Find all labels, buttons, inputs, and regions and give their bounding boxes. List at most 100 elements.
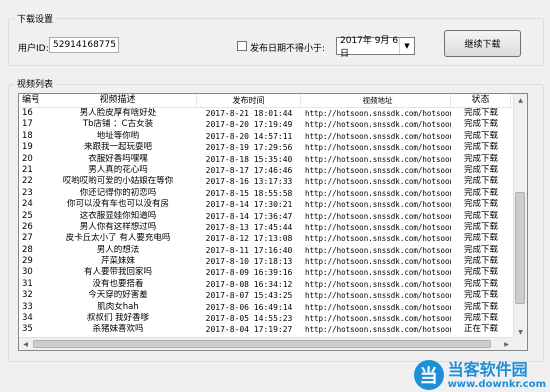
table-row[interactable]: 23 你还记得你的初恋吗 2017-8-15 18:55:58 http://hots… [19, 188, 527, 199]
cell-time: 2017-8-11 17:16:40 [205, 245, 293, 255]
cell-index: 17 [22, 119, 33, 130]
cell-time: 2017-8-16 13:17:33 [205, 177, 293, 187]
table-row[interactable]: 17 Tb店铺 ：C古女装 2017-8-20 17:19:49 http://hot… [19, 119, 527, 130]
cell-status: 完成下载 [463, 256, 498, 267]
cell-index: 31 [22, 278, 33, 289]
cell-status: 完成下载 [463, 301, 498, 312]
cell-index: 18 [22, 130, 33, 141]
table-row[interactable]: 21 男人真的花心吗 2017-8-17 17:46:46 http://hotsoo… [19, 165, 527, 176]
table-row[interactable]: 16 男人脸皮厚有啥好处 2017-8-21 18:01:44 http://hots… [19, 108, 527, 119]
table-row[interactable]: 20 衣服好香吗嘿嘿 2017-8-18 15:35:40 http://hotsoo… [19, 154, 527, 165]
cell-time: 2017-8-20 17:19:49 [205, 120, 293, 130]
date-filter-checkbox[interactable] [237, 41, 247, 51]
cell-description: 杀猪妹喜欢吗 [92, 324, 144, 335]
cell-description: 皮卡丘太小了 有人要充电吗 [65, 233, 171, 244]
table-row[interactable]: 32 今天穿的好害羞 2017-8-07 15:43:25 http://hotsoo… [19, 290, 527, 301]
cell-index: 28 [22, 244, 33, 255]
video-list-table[interactable]: 编号 视频描述 发布时间 视频地址 状态 16 男人脸皮厚有啥好处 2017-8-2… [18, 93, 528, 351]
date-picker-value: 2017年 9月 6日 [340, 36, 399, 59]
table-row[interactable]: 35 杀猪妹喜欢吗 2017-8-04 17:19:27 http://hotsoon… [19, 324, 527, 335]
cell-status: 正在下载 [463, 324, 498, 335]
cell-url: http://hotsoon.snssdk.com/hotsoon/i... [305, 245, 451, 255]
cell-index: 22 [22, 176, 33, 187]
cell-time: 2017-8-04 17:19:27 [205, 325, 293, 335]
cell-url: http://hotsoon.snssdk.com/hotsoon/i... [305, 257, 451, 267]
cell-index: 21 [22, 164, 33, 175]
cell-description: 叔叔们 我好香嗲 [86, 313, 150, 324]
cell-index: 35 [22, 324, 33, 335]
cell-description: 你可以没有车也可以没有房 [66, 199, 169, 210]
table-row[interactable]: 31 没有也要搭着 2017-8-08 16:34:12 http://hotsoon… [19, 279, 527, 290]
cell-status: 完成下载 [463, 244, 498, 255]
cell-status: 完成下载 [463, 233, 498, 244]
table-row[interactable]: 33 肌肉女hah 2017-8-06 16:49:14 http://hotsoon… [19, 302, 527, 313]
cell-description: 今天穿的好害羞 [88, 290, 148, 301]
scroll-right-icon[interactable]: ▶ [500, 338, 513, 350]
horizontal-scrollbar[interactable]: ◀ ▶ [19, 337, 514, 350]
cell-index: 29 [22, 256, 33, 267]
cell-time: 2017-8-05 14:55:23 [205, 314, 293, 324]
cell-description: 来跟我一起玩耍吧 [83, 142, 152, 153]
cell-status: 完成下载 [463, 153, 498, 164]
table-header: 编号 视频描述 发布时间 视频地址 状态 [19, 94, 527, 108]
cell-status: 完成下载 [463, 290, 498, 301]
cell-index: 25 [22, 210, 33, 221]
cell-status: 完成下载 [463, 278, 498, 289]
cell-time: 2017-8-15 18:55:58 [205, 188, 293, 198]
table-row[interactable]: 24 你可以没有车也可以没有房 2017-8-14 17:30:21 http://h… [19, 199, 527, 210]
cell-status: 完成下载 [463, 142, 498, 153]
download-settings-title: 下载设置 [14, 12, 57, 25]
vertical-scrollbar[interactable]: ▲ ▼ [513, 94, 527, 350]
table-row[interactable]: 18 地址等你哟 2017-8-20 14:57:11 http://hotsoon.… [19, 131, 527, 142]
column-header-time[interactable]: 发布时间 [197, 94, 301, 107]
cell-url: http://hotsoon.snssdk.com/hotsoon/i... [305, 302, 451, 312]
scroll-down-icon[interactable]: ▼ [514, 326, 527, 338]
cell-url: http://hotsoon.snssdk.com/hotsoon/i... [305, 188, 451, 198]
cell-time: 2017-8-21 18:01:44 [205, 109, 293, 118]
date-picker[interactable]: 2017年 9月 6日 ▼ [336, 36, 415, 59]
cell-status: 完成下载 [463, 267, 498, 278]
cell-description: 哎哟哎哟可爱的小姑娘在等你 [62, 176, 174, 187]
table-row[interactable]: 28 男人的想法 2017-8-11 17:16:40 http://hotsoon.… [19, 245, 527, 256]
column-header-url[interactable]: 视频地址 [301, 94, 451, 107]
column-header-index[interactable]: 编号 [19, 94, 39, 107]
vertical-scroll-thumb[interactable] [515, 192, 525, 304]
continue-download-button[interactable]: 继续下载 [444, 30, 521, 57]
cell-url: http://hotsoon.snssdk.com/hotsoon/i... [305, 177, 451, 187]
table-row[interactable]: 30 有人要带我回家吗 2017-8-09 16:39:16 http://hotso… [19, 267, 527, 278]
cell-url: http://hotsoon.snssdk.com/hotsoon/i... [305, 131, 451, 141]
cell-description: 衣服好香吗嘿嘿 [88, 153, 148, 164]
cell-description: Tb店铺 ：C古女装 [82, 119, 154, 130]
cell-url: http://hotsoon.snssdk.com/hotsoon/i... [305, 291, 451, 301]
scroll-left-icon[interactable]: ◀ [19, 338, 32, 350]
cell-time: 2017-8-07 15:43:25 [205, 291, 293, 301]
cell-status: 完成下载 [463, 108, 498, 118]
cell-status: 完成下载 [463, 187, 498, 198]
column-header-description[interactable]: 视频描述 [39, 94, 197, 107]
cell-index: 30 [22, 267, 33, 278]
cell-time: 2017-8-08 16:34:12 [205, 279, 293, 289]
horizontal-scroll-thumb[interactable] [33, 340, 491, 348]
chevron-down-icon[interactable]: ▼ [399, 38, 414, 54]
watermark-url: www.downkr.com [447, 378, 546, 390]
cell-url: http://hotsoon.snssdk.com/hotsoon/i... [305, 200, 451, 210]
cell-index: 27 [22, 233, 33, 244]
table-row[interactable]: 27 皮卡丘太小了 有人要充电吗 2017-8-12 17:13:08 http://… [19, 233, 527, 244]
table-row[interactable]: 19 来跟我一起玩耍吧 2017-8-19 17:29:56 http://hotso… [19, 142, 527, 153]
cell-url: http://hotsoon.snssdk.com/hotsoon/i... [305, 211, 451, 221]
video-list-title: 视频列表 [14, 77, 57, 90]
table-row[interactable]: 29 芹菜妹妹 2017-8-10 17:18:13 http://hotsoon.s… [19, 256, 527, 267]
cell-time: 2017-8-13 17:45:44 [205, 222, 293, 232]
cell-description: 芹菜妹妹 [100, 256, 135, 267]
cell-index: 23 [22, 187, 33, 198]
user-id-input[interactable]: 52914168775 [49, 37, 119, 53]
watermark-name: 当客软件园 [447, 359, 528, 379]
table-row[interactable]: 25 这衣服显娃你知道吗 2017-8-14 17:36:47 http://hots… [19, 211, 527, 222]
cell-time: 2017-8-20 14:57:11 [205, 131, 293, 141]
table-row[interactable]: 22 哎哟哎哟可爱的小姑娘在等你 2017-8-16 13:17:33 http://… [19, 176, 527, 187]
column-header-status[interactable]: 状态 [451, 94, 511, 107]
scroll-up-icon[interactable]: ▲ [514, 94, 527, 106]
cell-url: http://hotsoon.snssdk.com/hotsoon/i... [305, 268, 451, 278]
table-row[interactable]: 34 叔叔们 我好香嗲 2017-8-05 14:55:23 http://hotso… [19, 313, 527, 324]
table-row[interactable]: 26 男人你有这样想过吗 2017-8-13 17:45:44 http://hots… [19, 222, 527, 233]
